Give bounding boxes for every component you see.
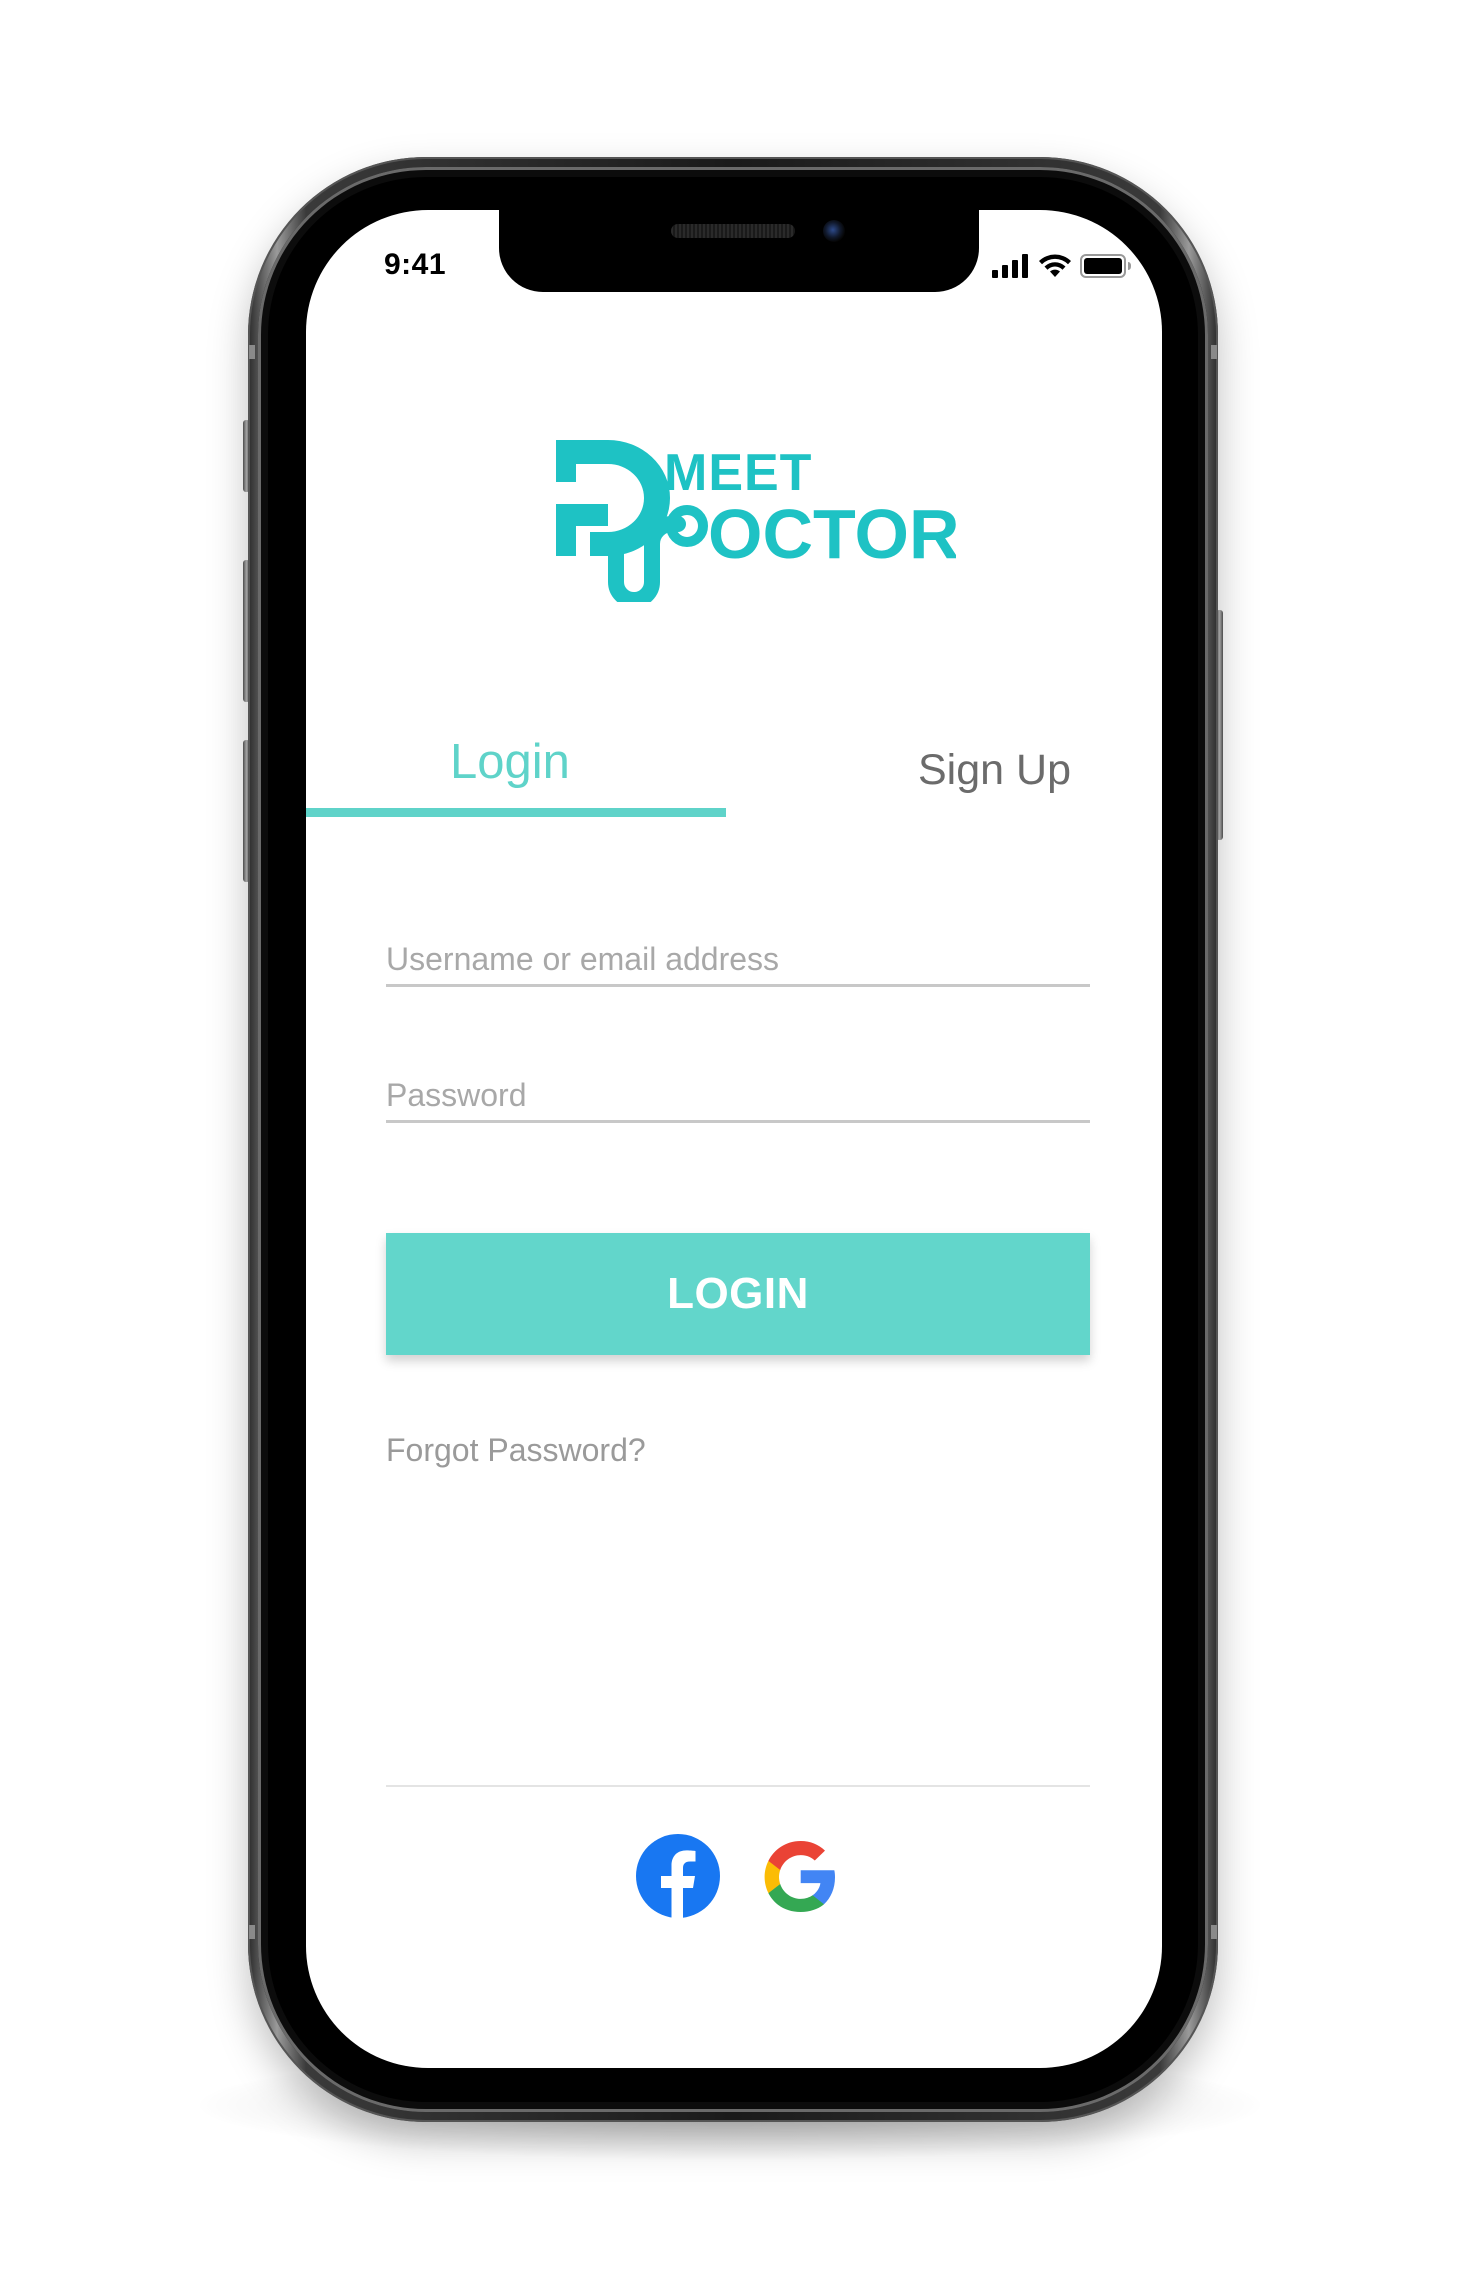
antenna-line	[249, 1925, 255, 1939]
app-logo: MEET OCTOR	[546, 432, 960, 608]
tab-login-label: Login	[450, 735, 570, 789]
username-field	[386, 934, 1090, 987]
front-camera	[823, 220, 845, 242]
login-button[interactable]: LOGIN	[386, 1233, 1090, 1355]
tab-active-indicator	[306, 808, 726, 817]
antenna-line	[249, 345, 255, 359]
username-input[interactable]	[386, 934, 1090, 984]
facebook-login-button[interactable]	[634, 1832, 722, 1920]
stethoscope-d-icon: MEET OCTOR	[556, 440, 960, 608]
cellular-signal-icon	[992, 254, 1028, 278]
tab-signup[interactable]: Sign Up	[918, 746, 1071, 795]
tab-login[interactable]: Login	[306, 734, 726, 806]
google-login-button[interactable]	[756, 1832, 844, 1920]
forgot-password-link[interactable]: Forgot Password?	[386, 1432, 646, 1469]
battery-icon	[1080, 254, 1131, 278]
antenna-line	[1211, 1925, 1217, 1939]
password-field	[386, 1070, 1090, 1123]
earpiece-speaker	[671, 224, 795, 238]
logo-meet-text: MEET	[664, 444, 812, 502]
mockup-canvas: 9:41 MEET OCTOR Login Sign Up Username o…	[0, 0, 1464, 2282]
status-icons	[992, 246, 1132, 286]
notch	[499, 210, 979, 292]
status-time: 9:41	[384, 248, 447, 281]
phone-screen: 9:41 MEET OCTOR Login Sign Up Username o…	[306, 210, 1162, 2068]
wifi-icon	[1039, 254, 1071, 277]
divider	[386, 1785, 1090, 1787]
facebook-icon	[636, 1834, 720, 1920]
password-input[interactable]	[386, 1070, 1090, 1120]
google-icon	[764, 1841, 835, 1912]
antenna-line	[1211, 345, 1217, 359]
logo-doctor-text: OCTOR	[708, 495, 956, 573]
